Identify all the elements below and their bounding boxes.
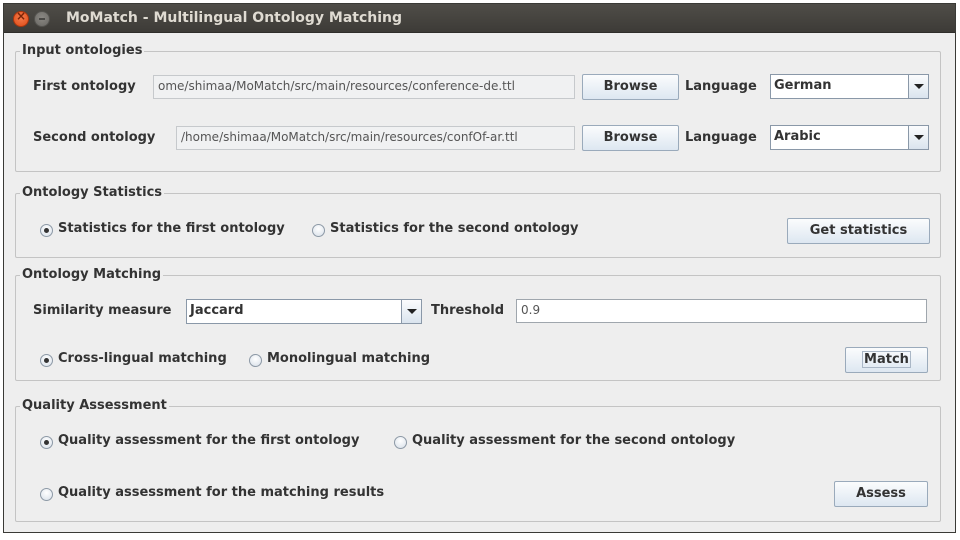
- first-language-select[interactable]: German: [770, 74, 929, 99]
- cross-lingual-radio[interactable]: [40, 354, 53, 367]
- minimize-icon[interactable]: [34, 11, 50, 27]
- chevron-down-icon[interactable]: [908, 75, 928, 98]
- similarity-measure-label: Similarity measure: [33, 303, 172, 318]
- first-ontology-path-field[interactable]: ome/shimaa/MoMatch/src/main/resources/co…: [153, 75, 575, 99]
- second-ontology-label: Second ontology: [33, 130, 156, 145]
- first-ontology-label: First ontology: [33, 79, 136, 94]
- quality-first-label[interactable]: Quality assessment for the first ontolog…: [58, 433, 359, 448]
- similarity-measure-value: Jaccard: [190, 303, 244, 318]
- first-language-label: Language: [685, 79, 757, 94]
- quality-second-label[interactable]: Quality assessment for the second ontolo…: [412, 433, 735, 448]
- input-ontologies-group: Input ontologies First ontology ome/shim…: [15, 43, 941, 172]
- assess-button[interactable]: Assess: [834, 481, 928, 507]
- quality-first-radio[interactable]: [40, 436, 53, 449]
- group-title: Ontology Matching: [20, 267, 164, 282]
- stats-second-radio[interactable]: [312, 224, 325, 237]
- stats-second-label[interactable]: Statistics for the second ontology: [330, 221, 579, 236]
- stats-first-label[interactable]: Statistics for the first ontology: [58, 221, 285, 236]
- chevron-down-icon[interactable]: [908, 126, 928, 149]
- window-title: MoMatch - Multilingual Ontology Matching: [66, 10, 403, 26]
- second-language-value: Arabic: [774, 129, 821, 144]
- match-button-label: Match: [862, 351, 911, 368]
- quality-matching-radio[interactable]: [40, 488, 53, 501]
- group-title: Input ontologies: [20, 43, 145, 58]
- cross-lingual-label[interactable]: Cross-lingual matching: [58, 351, 227, 366]
- stats-first-radio[interactable]: [40, 224, 53, 237]
- quality-assessment-group: Quality Assessment Quality assessment fo…: [15, 398, 941, 522]
- threshold-input[interactable]: 0.9: [516, 299, 927, 323]
- similarity-measure-select[interactable]: Jaccard: [186, 299, 422, 324]
- title-bar: MoMatch - Multilingual Ontology Matching: [4, 4, 955, 33]
- first-language-value: German: [774, 78, 832, 93]
- app-window: MoMatch - Multilingual Ontology Matching…: [3, 3, 956, 533]
- close-icon[interactable]: [13, 9, 29, 27]
- ontology-matching-group: Ontology Matching Similarity measure Jac…: [15, 267, 941, 381]
- first-browse-button[interactable]: Browse: [582, 74, 679, 100]
- ontology-statistics-group: Ontology Statistics Statistics for the f…: [15, 185, 941, 258]
- group-title: Ontology Statistics: [20, 185, 165, 200]
- second-ontology-path-field[interactable]: /home/shimaa/MoMatch/src/main/resources/…: [176, 126, 575, 150]
- group-title: Quality Assessment: [20, 398, 169, 413]
- quality-second-radio[interactable]: [394, 436, 407, 449]
- monolingual-label[interactable]: Monolingual matching: [267, 351, 430, 366]
- second-language-select[interactable]: Arabic: [770, 125, 929, 150]
- quality-matching-label[interactable]: Quality assessment for the matching resu…: [58, 485, 384, 500]
- match-button[interactable]: Match: [845, 347, 928, 373]
- get-statistics-button[interactable]: Get statistics: [787, 218, 930, 244]
- chevron-down-icon[interactable]: [401, 300, 421, 323]
- monolingual-radio[interactable]: [249, 354, 262, 367]
- threshold-label: Threshold: [431, 303, 505, 318]
- second-browse-button[interactable]: Browse: [582, 125, 679, 151]
- second-language-label: Language: [685, 130, 757, 145]
